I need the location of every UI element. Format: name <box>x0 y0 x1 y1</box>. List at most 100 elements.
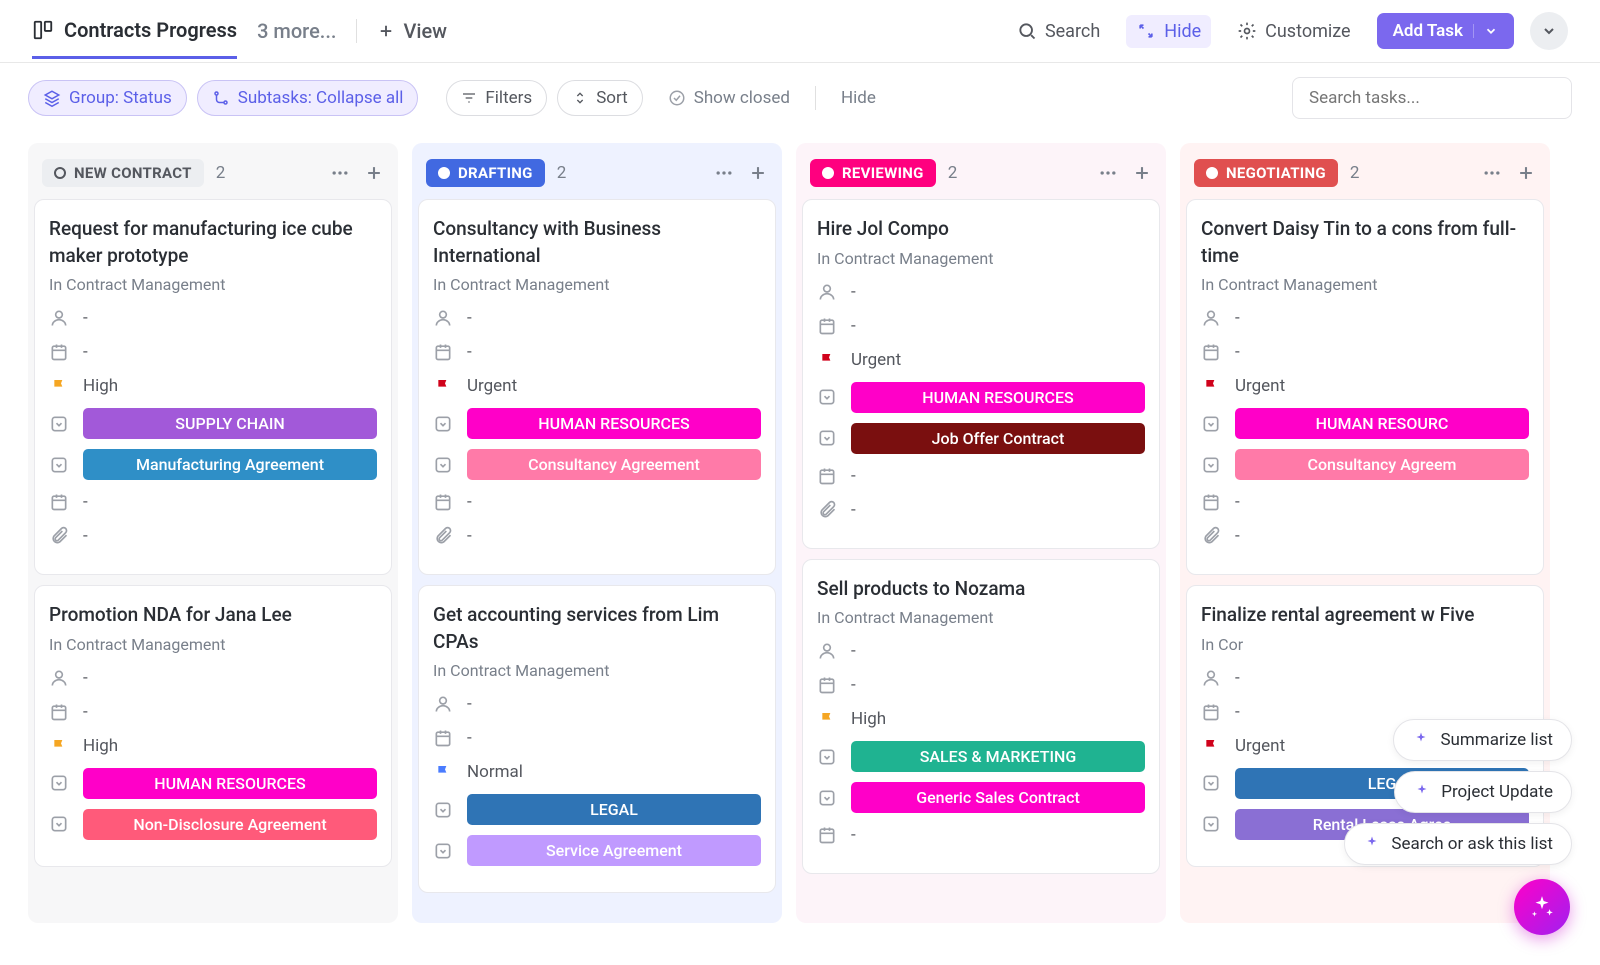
column-more-icon[interactable] <box>330 163 350 183</box>
flag-icon[interactable] <box>49 736 69 756</box>
ai-chip[interactable]: Summarize list <box>1393 719 1572 761</box>
tag-badge[interactable]: HUMAN RESOURCES <box>83 768 377 799</box>
sort-pill[interactable]: Sort <box>557 80 643 116</box>
task-card[interactable]: Request for manufacturing ice cube maker… <box>34 199 392 575</box>
tag-badge[interactable]: SALES & MARKETING <box>851 741 1145 772</box>
flag-icon[interactable] <box>433 376 453 396</box>
task-card[interactable]: Get accounting services from Lim CPAs In… <box>418 585 776 893</box>
flag-icon[interactable] <box>1201 736 1221 756</box>
chevron-down-icon[interactable] <box>1473 24 1498 38</box>
hide-button[interactable]: Hide <box>1126 15 1211 48</box>
attachment-icon[interactable] <box>1201 526 1221 546</box>
column-add-icon[interactable] <box>364 163 384 183</box>
status-chip[interactable]: NEW CONTRACT <box>42 159 204 187</box>
calendar-icon[interactable] <box>433 728 453 748</box>
hide-pill[interactable]: Hide <box>826 80 891 116</box>
filters-pill[interactable]: Filters <box>446 80 547 116</box>
search-input[interactable] <box>1292 77 1572 119</box>
tag-badge[interactable]: Consultancy Agreement <box>467 449 761 480</box>
dropdown-icon[interactable] <box>817 747 837 767</box>
assignee-icon[interactable] <box>1201 308 1221 328</box>
tag-badge[interactable]: Non-Disclosure Agreement <box>83 809 377 840</box>
flag-icon[interactable] <box>817 350 837 370</box>
dropdown-icon[interactable] <box>49 814 69 834</box>
dropdown-icon[interactable] <box>49 773 69 793</box>
tag-badge[interactable]: Consultancy Agreem <box>1235 449 1529 480</box>
dropdown-icon[interactable] <box>433 455 453 475</box>
column-add-icon[interactable] <box>1132 163 1152 183</box>
flag-icon[interactable] <box>817 709 837 729</box>
tag-badge[interactable]: HUMAN RESOURCES <box>467 408 761 439</box>
dropdown-icon[interactable] <box>1201 455 1221 475</box>
calendar-icon[interactable] <box>433 342 453 362</box>
board-title-tab[interactable]: Contracts Progress <box>32 18 237 59</box>
calendar-icon[interactable] <box>817 675 837 695</box>
task-card[interactable]: Consultancy with Business International … <box>418 199 776 575</box>
status-chip[interactable]: DRAFTING <box>426 159 545 187</box>
customize-button[interactable]: Customize <box>1227 15 1360 48</box>
flag-icon[interactable] <box>433 762 453 782</box>
tag-badge[interactable]: LEGAL <box>467 794 761 825</box>
tag-badge[interactable]: HUMAN RESOURC <box>1235 408 1529 439</box>
add-view-button[interactable]: View <box>377 19 447 43</box>
assignee-icon[interactable] <box>433 694 453 714</box>
attachment-icon[interactable] <box>49 526 69 546</box>
assignee-icon[interactable] <box>49 308 69 328</box>
show-closed-pill[interactable]: Show closed <box>653 80 805 116</box>
dropdown-icon[interactable] <box>817 788 837 808</box>
subtasks-pill[interactable]: Subtasks: Collapse all <box>197 80 419 116</box>
assignee-icon[interactable] <box>433 308 453 328</box>
calendar-icon[interactable] <box>817 316 837 336</box>
task-card[interactable]: Hire Jol Compo In Contract Management - … <box>802 199 1160 549</box>
tag-badge[interactable]: Job Offer Contract <box>851 423 1145 454</box>
dropdown-icon[interactable] <box>433 414 453 434</box>
column-add-icon[interactable] <box>1516 163 1536 183</box>
status-chip[interactable]: REVIEWING <box>810 159 936 187</box>
dropdown-icon[interactable] <box>1201 414 1221 434</box>
search-button[interactable]: Search <box>1007 15 1110 48</box>
calendar-icon[interactable] <box>1201 342 1221 362</box>
calendar-icon[interactable] <box>817 825 837 845</box>
column-more-icon[interactable] <box>714 163 734 183</box>
column-add-icon[interactable] <box>748 163 768 183</box>
flag-icon[interactable] <box>1201 376 1221 396</box>
task-card[interactable]: Promotion NDA for Jana Lee In Contract M… <box>34 585 392 867</box>
ai-fab-button[interactable] <box>1514 879 1570 935</box>
dropdown-icon[interactable] <box>433 841 453 861</box>
calendar-icon[interactable] <box>49 342 69 362</box>
more-menu[interactable] <box>1530 12 1568 50</box>
ai-chip[interactable]: Search or ask this list <box>1344 823 1572 865</box>
task-card[interactable]: Convert Daisy Tin to a cons from full-ti… <box>1186 199 1544 575</box>
assignee-icon[interactable] <box>817 641 837 661</box>
tag-badge[interactable]: Manufacturing Agreement <box>83 449 377 480</box>
calendar-icon[interactable] <box>1201 702 1221 722</box>
tag-badge[interactable]: Generic Sales Contract <box>851 782 1145 813</box>
more-views[interactable]: 3 more... <box>257 19 336 43</box>
calendar-icon[interactable] <box>817 466 837 486</box>
dropdown-icon[interactable] <box>1201 773 1221 793</box>
dropdown-icon[interactable] <box>49 414 69 434</box>
assignee-icon[interactable] <box>1201 668 1221 688</box>
group-pill[interactable]: Group: Status <box>28 80 187 116</box>
attachment-icon[interactable] <box>817 500 837 520</box>
tag-badge[interactable]: SUPPLY CHAIN <box>83 408 377 439</box>
column-more-icon[interactable] <box>1482 163 1502 183</box>
add-task-button[interactable]: Add Task <box>1377 13 1514 49</box>
attachment-icon[interactable] <box>433 526 453 546</box>
calendar-icon[interactable] <box>433 492 453 512</box>
tag-badge[interactable]: Service Agreement <box>467 835 761 866</box>
tag-badge[interactable]: HUMAN RESOURCES <box>851 382 1145 413</box>
status-chip[interactable]: NEGOTIATING <box>1194 159 1338 187</box>
dropdown-icon[interactable] <box>817 387 837 407</box>
dropdown-icon[interactable] <box>817 428 837 448</box>
calendar-icon[interactable] <box>1201 492 1221 512</box>
dropdown-icon[interactable] <box>49 455 69 475</box>
dropdown-icon[interactable] <box>433 800 453 820</box>
calendar-icon[interactable] <box>49 702 69 722</box>
flag-icon[interactable] <box>49 376 69 396</box>
column-more-icon[interactable] <box>1098 163 1118 183</box>
calendar-icon[interactable] <box>49 492 69 512</box>
dropdown-icon[interactable] <box>1201 814 1221 834</box>
assignee-icon[interactable] <box>49 668 69 688</box>
ai-chip[interactable]: Project Update <box>1394 771 1572 813</box>
